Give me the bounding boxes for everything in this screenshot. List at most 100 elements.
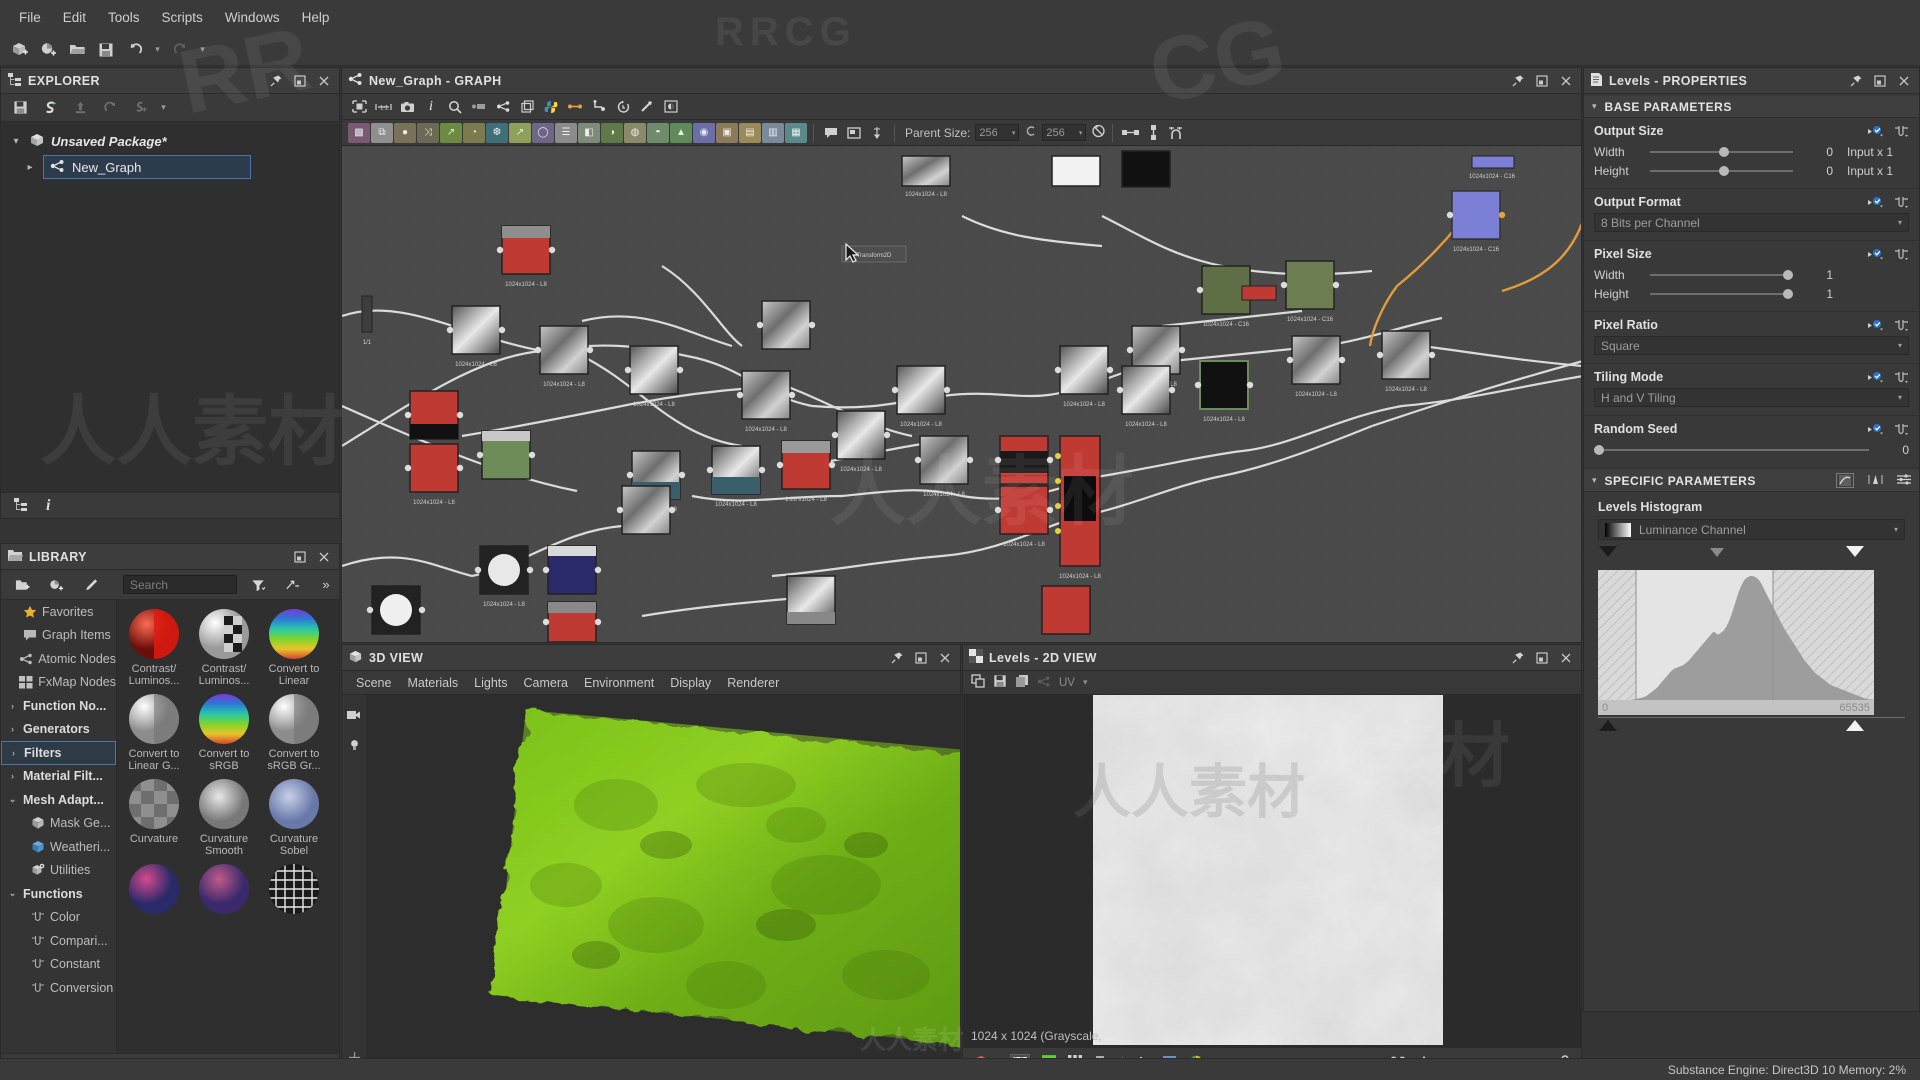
snap-icon[interactable] [1165,123,1187,143]
graph-filter-button-19[interactable]: ▦ [785,122,807,143]
open-folder-icon[interactable] [64,38,90,62]
output-height-slider[interactable] [1650,165,1793,177]
library-item[interactable]: Curvature Sobel [261,778,327,857]
library-category-generators[interactable]: › Generators [1,718,116,742]
chevron-down-icon[interactable]: ▾ [1592,475,1597,486]
library-category-weatheri[interactable]: Weatheri... [1,835,116,859]
library-category-graphitems[interactable]: Graph Items [1,624,116,648]
library-category-favorites[interactable]: Favorites [1,600,116,624]
function-graph-icon[interactable] [1893,422,1909,436]
tree-row[interactable]: ▸ New_Graph [1,154,339,180]
menu-tools[interactable]: Tools [97,6,151,29]
random-seed-value[interactable]: 0 [1879,443,1909,457]
graph-filter-button-16[interactable]: ▣ [716,122,738,143]
expose-parameter-icon[interactable] [1868,124,1884,138]
auto-levels-icon[interactable] [1868,473,1883,488]
add-resource-icon[interactable] [127,96,153,120]
link-icon[interactable] [468,97,490,117]
expose-parameter-icon[interactable] [1868,422,1884,436]
close-icon[interactable] [315,548,333,566]
chevron-down-icon[interactable]: ▾ [157,96,170,120]
chevron-right-icon[interactable]: ▸ [23,162,37,173]
graph-filter-button-12[interactable]: ◍ [624,122,646,143]
pixel-ratio-select[interactable]: Square ▾ [1594,336,1909,355]
library-item[interactable]: Convert to sRGB Gr... [261,693,327,772]
info-icon[interactable]: i [420,97,442,117]
close-icon[interactable] [936,649,954,667]
library-category-constant[interactable]: Constant [1,953,116,977]
chevron-down-icon[interactable]: ▾ [9,136,23,147]
function-graph-icon[interactable] [1893,195,1909,209]
library-item[interactable]: Convert to Linear [261,608,327,687]
chevron-right-icon[interactable]: › [8,748,19,758]
ratio-icon[interactable]: 1:1 [372,97,394,117]
reset-size-icon[interactable] [1091,124,1106,141]
output-width-mode[interactable]: Input x 1 [1847,145,1909,159]
output-format-select[interactable]: 8 Bits per Channel ▾ [1594,213,1909,232]
function-graph-icon[interactable] [1893,318,1909,332]
expose-parameter-icon[interactable] [1868,195,1884,209]
pixel-height-slider[interactable] [1650,288,1793,300]
comment-icon[interactable] [820,123,842,143]
python-icon[interactable] [540,97,562,117]
frame-all-icon[interactable] [348,97,370,117]
graph-filter-button-14[interactable]: ▲ [670,122,692,143]
library-item[interactable]: Contrast/Luminos... [191,608,257,687]
section-specific-parameters[interactable]: ▾ SPECIFIC PARAMETERS [1584,470,1919,492]
pin-icon[interactable] [1509,72,1527,90]
graph-filter-button-8[interactable]: ◯ [532,122,554,143]
section-base-parameters[interactable]: ▾ BASE PARAMETERS [1584,96,1919,118]
graph-filter-button-17[interactable]: ▤ [739,122,761,143]
chevron-down-icon[interactable]: ▾ [1083,677,1088,688]
link-icon[interactable] [1037,675,1051,691]
close-icon[interactable] [1895,72,1913,90]
chevron-right-icon[interactable]: › [7,701,18,711]
graph-filter-button-0[interactable]: ▩ [348,122,370,143]
library-item[interactable]: Curvature [121,778,187,857]
close-icon[interactable] [315,72,333,90]
view3d-menu-scene[interactable]: Scene [348,673,399,693]
refresh-icon[interactable] [97,96,123,120]
new-filter-icon[interactable] [43,573,69,597]
uv-label[interactable]: UV [1059,677,1075,689]
align-v-icon[interactable] [1142,123,1164,143]
function-graph-icon[interactable] [1893,370,1909,384]
graph-filter-button-5[interactable]: ◔ [463,122,485,143]
library-category-utilities[interactable]: Utilities [1,859,116,883]
library-item[interactable]: Curvature Smooth [191,778,257,857]
maximize-icon[interactable] [291,548,309,566]
graph-filter-button-10[interactable]: ◧ [578,122,600,143]
tiling-mode-select[interactable]: H and V Tiling ▾ [1594,388,1909,407]
library-item[interactable]: Contrast/Luminos... [121,608,187,687]
library-item[interactable] [121,863,187,918]
graph-filter-button-2[interactable]: ● [394,122,416,143]
library-item[interactable] [191,863,257,918]
tree-view-icon[interactable] [13,497,28,514]
filter-icon[interactable] [245,573,271,597]
params-icon[interactable] [1897,473,1911,488]
redo-dropdown-icon[interactable]: ▾ [196,38,209,62]
save-icon[interactable] [7,96,33,120]
graph-canvas[interactable]: 1024x1024 - L8 1024x1024 - L8 1024x1024 … [342,146,1581,642]
pin-icon[interactable] [866,123,888,143]
maximize-icon[interactable] [1871,72,1889,90]
library-item[interactable]: Convert to sRGB [191,693,257,772]
library-category-meshadapt[interactable]: ⌄ Mesh Adapt... [1,788,116,812]
library-category-functionno[interactable]: › Function No... [1,694,116,718]
mid-point-marker[interactable] [1710,548,1724,557]
search-icon[interactable] [444,97,466,117]
library-category-materialfilt[interactable]: › Material Filt... [1,765,116,789]
light-icon[interactable] [348,738,361,754]
pin-icon[interactable] [267,72,285,90]
graph-filter-button-1[interactable]: ⧉ [371,122,393,143]
upload-icon[interactable] [67,96,93,120]
view3d-menu-display[interactable]: Display [662,673,719,693]
duplicate-icon[interactable] [516,97,538,117]
chevron-down-icon[interactable]: ⌄ [7,794,18,805]
library-item[interactable]: Convert to Linear G... [121,693,187,772]
library-category-fxmapnodes[interactable]: FxMap Nodes [1,671,116,695]
output-height-value[interactable]: 0 [1803,164,1833,178]
expose-parameter-icon[interactable] [1868,318,1884,332]
maximize-icon[interactable] [1533,72,1551,90]
frame-icon[interactable] [843,123,865,143]
